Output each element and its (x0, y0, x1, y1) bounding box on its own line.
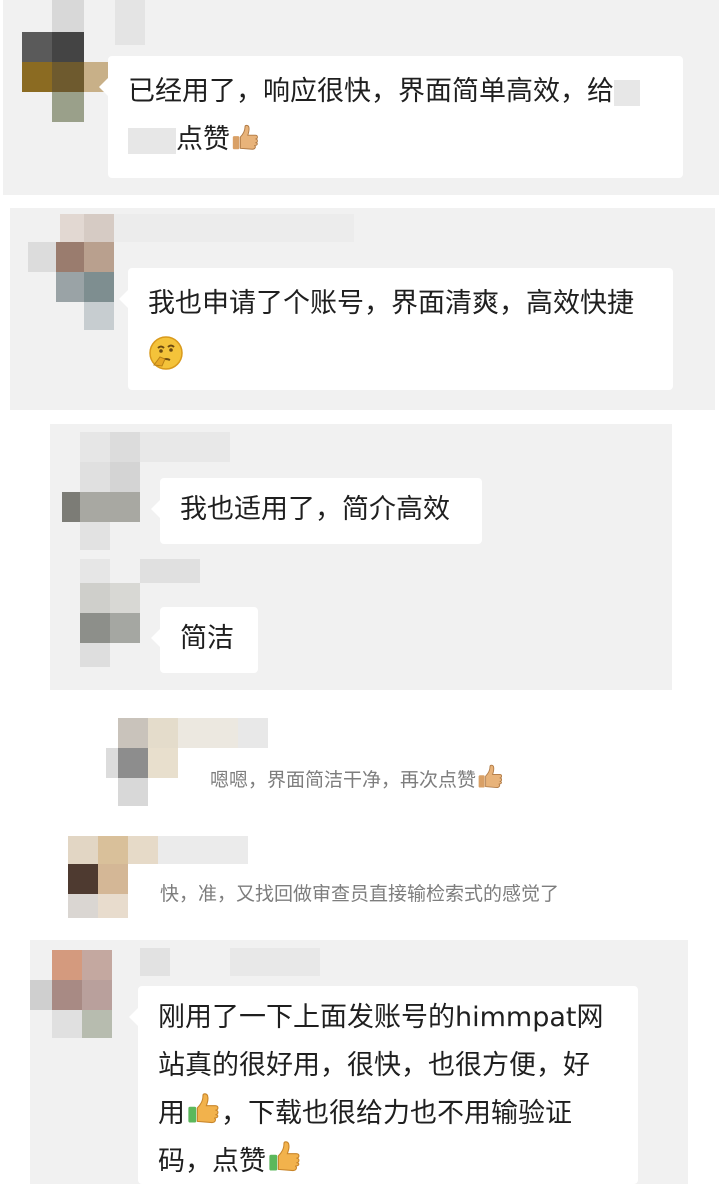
comment-text: 站真的很好用，很快，也很方便，好 (158, 1050, 590, 1081)
thumbs-up-icon (476, 763, 504, 791)
avatar (0, 0, 145, 125)
avatar (60, 836, 260, 920)
thumbs-up-icon (266, 1139, 302, 1175)
comment-text: 我也适用了，简介高效 (180, 494, 450, 525)
comment-text: 已经用了，响应很快，界面简单高效，给 (128, 76, 614, 107)
comment-text: 点赞 (176, 124, 230, 155)
comment-text: 简洁 (180, 623, 234, 654)
comment-text: 我也申请了个账号，界面清爽，高效快捷 (148, 288, 634, 319)
comment-bubble-2: 我也申请了个账号，界面清爽，高效快捷 (119, 268, 673, 390)
thumbs-up-icon (230, 123, 260, 153)
comment-bubble-6: 刚用了一下上面发账号的himmpat网 站真的很好用，很快，也很方便，好 用，下… (129, 986, 638, 1184)
thumbs-up-icon (185, 1091, 221, 1127)
comment-text: 快，准，又找回做审查员直接输检索式的感觉了 (160, 883, 560, 905)
comment-text: 嗯嗯，界面简洁干净，再次点赞 (210, 763, 504, 792)
comment-text: 刚用了一下上面发账号的himmpat网 (158, 1002, 604, 1033)
redacted-name (128, 127, 176, 154)
comment-bubble-3: 我也适用了，简介高效 (151, 478, 482, 544)
reply-bubble-3: 简洁 (151, 607, 258, 673)
redacted-name (614, 79, 640, 106)
comment-bubble-1: 已经用了，响应很快，界面简单高效，给 点赞 (99, 56, 683, 178)
thinking-face-icon (148, 335, 184, 371)
